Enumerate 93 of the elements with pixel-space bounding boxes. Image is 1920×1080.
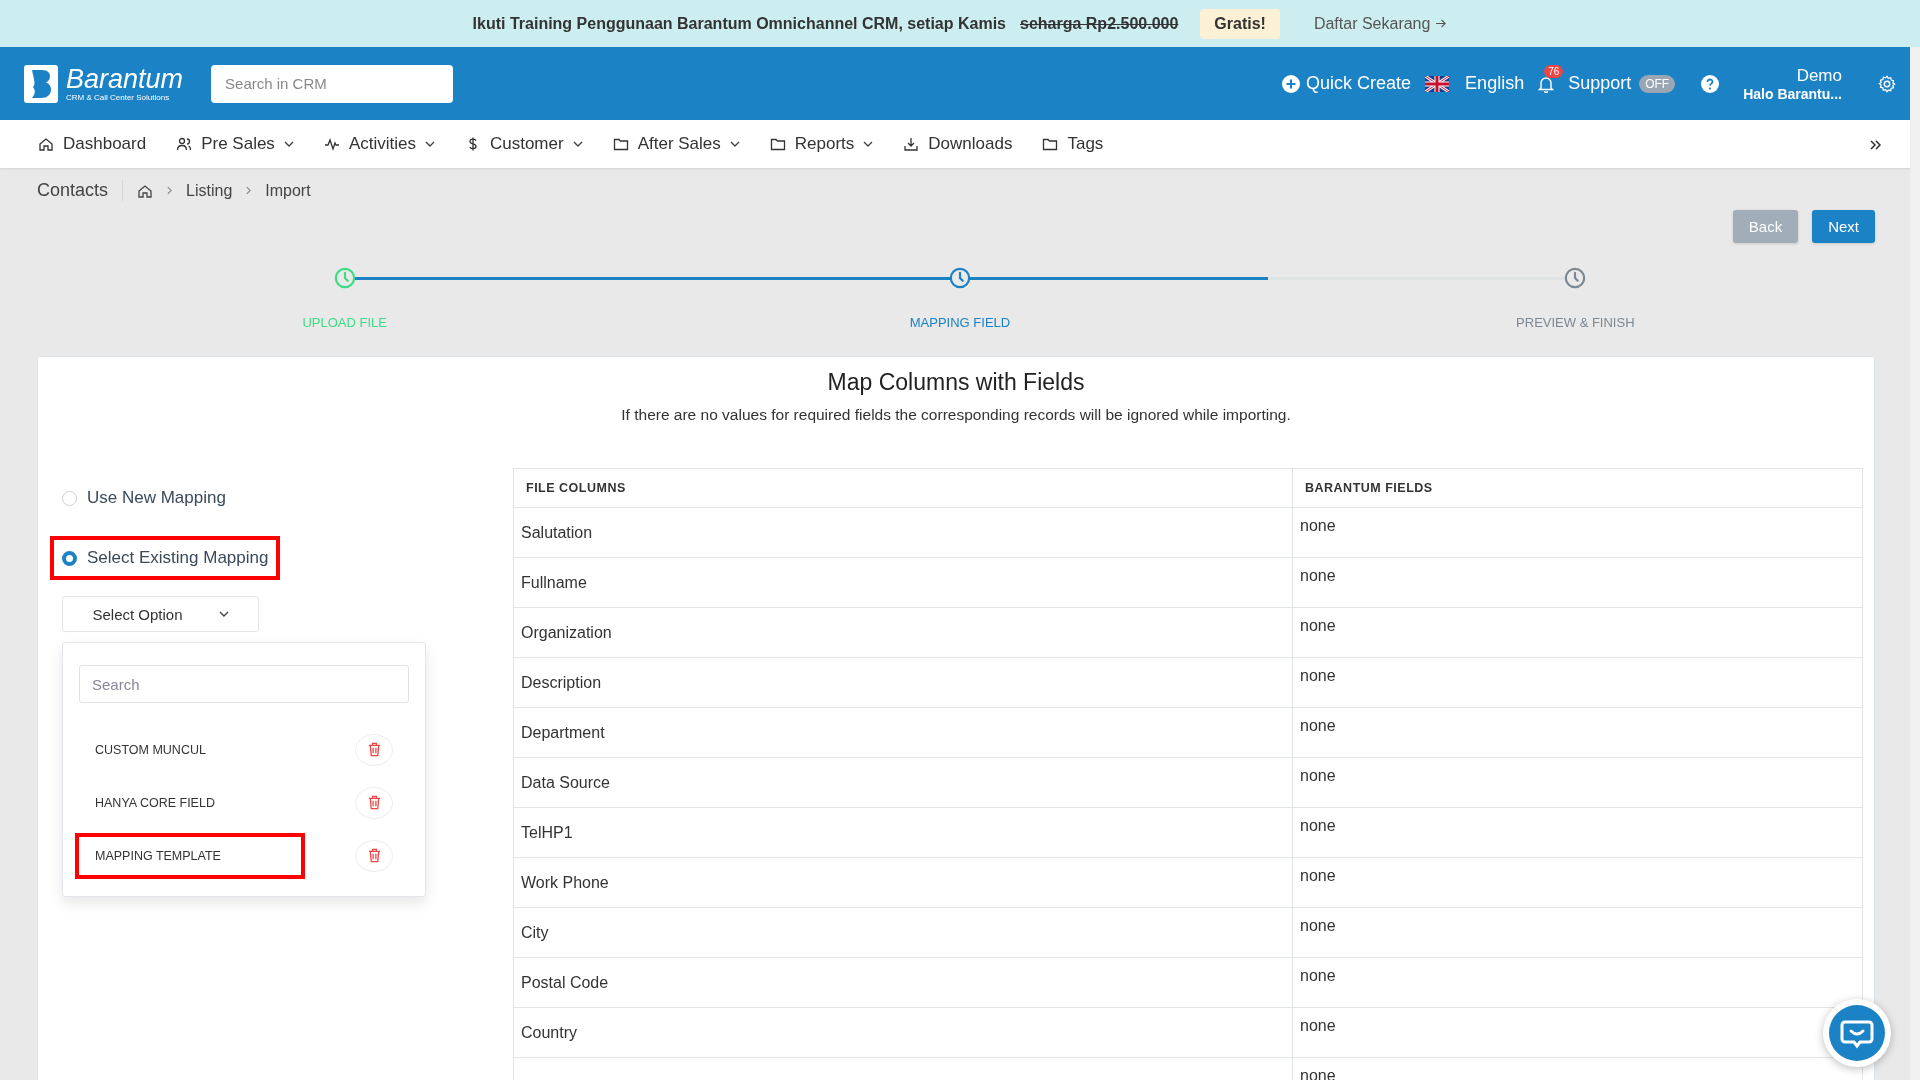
- chevron-right-icon: [167, 186, 173, 195]
- table-cell: none: [1292, 807, 1863, 858]
- promo-text: Ikuti Training Penggunaan Barantum Omnichannel CRM, setiap Kamis: [472, 14, 1006, 33]
- trash-icon: [367, 848, 381, 863]
- chevron-down-icon: [283, 141, 294, 147]
- pulse-icon: [323, 136, 340, 152]
- radio-option[interactable]: Select Existing Mapping: [50, 536, 281, 580]
- select-dropdown[interactable]: Select Option: [62, 596, 259, 632]
- table-cell: none: [1292, 657, 1863, 708]
- table-cell: Department: [513, 707, 1293, 758]
- breadcrumb-link[interactable]: Import: [265, 181, 311, 200]
- nav-item[interactable]: Dashboard: [38, 134, 147, 154]
- table-cell: TelHP1: [513, 807, 1293, 858]
- table-cell: none: [1292, 507, 1863, 558]
- user-greeting: Halo Barantu...: [1743, 85, 1842, 102]
- table-cell: Salutation: [513, 507, 1293, 558]
- chat-icon: [1829, 1005, 1885, 1061]
- scrollbar[interactable]: [1910, 47, 1920, 1080]
- table-cell: Work Phone: [513, 857, 1293, 908]
- user-name[interactable]: Demo: [1796, 65, 1842, 86]
- logo-icon: [24, 64, 58, 103]
- nav-item[interactable]: Reports: [769, 134, 874, 154]
- promo-badge: Gratis!: [1200, 8, 1280, 39]
- folder-icon: [1042, 136, 1059, 152]
- chevron-down-icon: [863, 141, 874, 147]
- folder-icon: [769, 136, 786, 152]
- language-selector[interactable]: English: [1425, 73, 1525, 94]
- page-title: Contacts: [37, 180, 124, 201]
- nav-item[interactable]: Pre Sales: [176, 134, 294, 154]
- clock-icon: [1564, 267, 1587, 289]
- step-label: PREVIEW & FINISH: [1516, 315, 1635, 330]
- step-label: MAPPING FIELD: [909, 315, 1011, 330]
- next-button[interactable]: Next: [1812, 210, 1875, 243]
- trash-icon: [367, 795, 381, 810]
- table-cell: Country: [513, 1007, 1293, 1058]
- support-label: Support: [1568, 73, 1632, 94]
- table-cell: Data Source: [513, 757, 1293, 808]
- register-link[interactable]: Daftar Sekarang: [1313, 14, 1448, 33]
- delete-button[interactable]: [355, 786, 393, 819]
- plus-icon: [1282, 74, 1301, 93]
- chevron-down-icon: [729, 141, 740, 147]
- chevron-down-icon: [424, 141, 435, 147]
- old-price: seharga Rp2.500.000: [1020, 14, 1179, 33]
- chevron-right-icon: [246, 186, 252, 195]
- download-icon: [903, 136, 920, 152]
- table-cell: Organization: [513, 607, 1293, 658]
- table-cell: none: [1292, 757, 1863, 808]
- card-subtitle: If there are no values for required fields the corresponding records will be ignored while importing.: [620, 406, 1292, 424]
- logo-tagline: CRM & Call Center Solutions: [66, 92, 171, 102]
- radio-button[interactable]: [62, 550, 77, 566]
- radio-button[interactable]: [62, 490, 77, 506]
- table-cell: Fullname: [513, 557, 1293, 608]
- bell-icon[interactable]: [1538, 74, 1555, 93]
- nav-item[interactable]: Tags: [1042, 134, 1104, 154]
- table-cell: none: [1292, 707, 1863, 758]
- trash-icon: [367, 742, 381, 757]
- settings-icon[interactable]: [1878, 74, 1896, 93]
- table-cell: Description: [513, 657, 1293, 708]
- nav-item[interactable]: Downloads: [903, 134, 1013, 154]
- dropdown-item[interactable]: HANYA CORE FIELD: [75, 779, 305, 826]
- table-cell: none: [1292, 557, 1863, 608]
- chevron-down-icon: [218, 611, 229, 617]
- quick-create-button[interactable]: Quick Create: [1282, 73, 1412, 94]
- table-cell: Postal Code: [513, 957, 1293, 1008]
- dropdown-item[interactable]: MAPPING TEMPLATE: [75, 832, 305, 879]
- search-field[interactable]: Search: [79, 665, 409, 703]
- clock-icon: [333, 267, 356, 289]
- help-icon[interactable]: [1701, 74, 1720, 93]
- arrow-right-icon: [1436, 19, 1448, 28]
- table-cell: none: [1292, 907, 1863, 958]
- table-cell: none: [1292, 607, 1863, 658]
- notification-badge: 76: [1544, 64, 1564, 78]
- flag-icon: [1425, 75, 1450, 92]
- step-label: UPLOAD FILE: [302, 315, 387, 330]
- search-field[interactable]: Search in CRM: [211, 64, 454, 103]
- delete-button[interactable]: [355, 839, 393, 872]
- nav-item[interactable]: Activities: [323, 134, 435, 154]
- delete-button[interactable]: [355, 733, 393, 766]
- folder-icon: [612, 136, 629, 152]
- table-cell: City: [513, 907, 1293, 958]
- nav-item[interactable]: Customer: [464, 134, 583, 154]
- logo-name: Barantum: [66, 65, 184, 93]
- card-title: Map Columns with Fields: [826, 369, 1086, 396]
- column-header: FILE COLUMNS: [513, 468, 1293, 508]
- table-cell: none: [1292, 857, 1863, 908]
- breadcrumb-link[interactable]: Listing: [186, 181, 233, 200]
- users-icon: [176, 136, 193, 152]
- home-icon: [38, 136, 54, 152]
- radio-option[interactable]: Use New Mapping: [50, 476, 238, 520]
- column-header: BARANTUM FIELDS: [1292, 468, 1863, 508]
- dropdown-item[interactable]: CUSTOM MUNCUL: [75, 726, 305, 773]
- nav-item[interactable]: After Sales: [612, 134, 740, 154]
- chevron-down-icon: [572, 141, 583, 147]
